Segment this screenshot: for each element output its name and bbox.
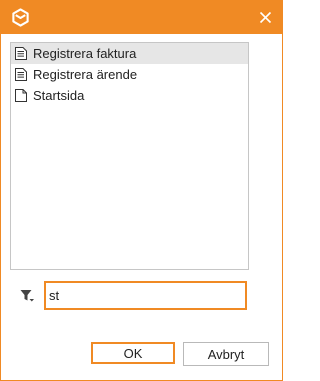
list-item-label: Registrera faktura [33,46,137,61]
dialog-window: Registrera faktura Registrera ärende Sta… [0,0,283,381]
filter-icon [20,290,34,302]
title-bar [1,1,282,34]
list-item-label: Startsida [33,88,85,103]
document-lines-icon [15,47,27,60]
document-lines-icon [15,68,27,81]
close-icon[interactable] [257,9,274,26]
cancel-button[interactable]: Avbryt [183,342,269,366]
ok-button[interactable]: OK [91,342,175,364]
list-item[interactable]: Registrera ärende [11,64,248,85]
list-item[interactable]: Registrera faktura [11,43,248,64]
list-item[interactable]: Startsida [11,85,248,106]
app-logo-icon [12,8,29,27]
page-list[interactable]: Registrera faktura Registrera ärende Sta… [10,42,249,270]
list-item-label: Registrera ärende [33,67,138,82]
filter-input[interactable] [44,281,247,310]
document-blank-icon [15,89,27,102]
